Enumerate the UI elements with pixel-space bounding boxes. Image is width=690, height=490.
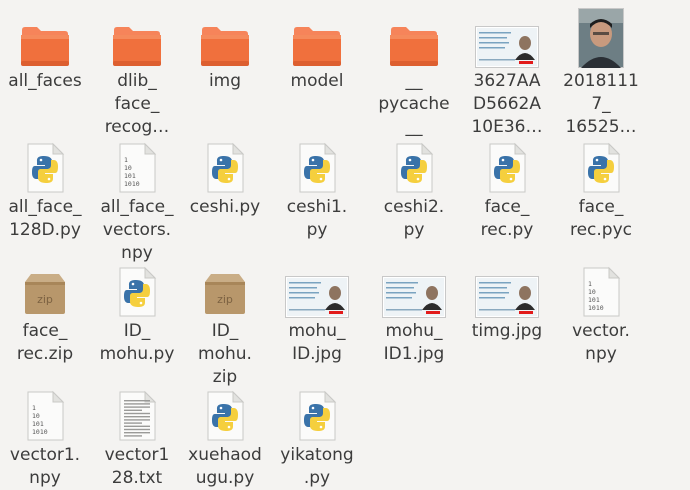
python-file-icon	[272, 386, 362, 442]
binary-file-icon: 1 10 101 1010	[556, 262, 646, 318]
svg-text:1010: 1010	[124, 180, 140, 188]
folder-icon	[0, 12, 90, 68]
file-item-label: vector1. npy	[9, 445, 81, 488]
svg-text:1010: 1010	[588, 304, 604, 312]
binary-file-icon: 1 10 101 1010	[0, 386, 90, 442]
zip-archive-icon: zip	[0, 262, 90, 318]
file-item[interactable]: timg.jpg	[462, 262, 552, 343]
file-item[interactable]: __ pycache __	[369, 12, 459, 139]
file-item[interactable]: 1 10 101 1010 vector. npy	[556, 262, 646, 366]
file-item-label: __ pycache __	[378, 71, 450, 137]
file-item-label: all_face_ vectors. npy	[100, 197, 174, 263]
python-file-icon	[462, 138, 552, 194]
svg-text:101: 101	[124, 172, 136, 180]
python-file-icon	[92, 262, 182, 318]
file-item-label: face_ rec.zip	[16, 321, 74, 364]
file-item-label: ceshi1. py	[286, 197, 348, 240]
svg-text:1: 1	[588, 280, 592, 288]
folder-icon	[92, 12, 182, 68]
file-item-label: mohu_ ID1.jpg	[383, 321, 445, 364]
svg-text:10: 10	[588, 288, 596, 296]
file-item[interactable]: 1 10 101 1010 vector1. npy	[0, 386, 90, 490]
svg-text:1: 1	[124, 156, 128, 164]
svg-text:1010: 1010	[32, 428, 48, 436]
id-card-thumbnail-icon	[369, 262, 459, 318]
python-file-icon	[180, 138, 270, 194]
file-item-label: face_ rec.py	[480, 197, 534, 240]
svg-text:zip: zip	[37, 293, 53, 306]
python-file-icon	[369, 138, 459, 194]
file-item-label: 2018111 7_ 16525…	[563, 71, 639, 137]
file-item-label: yikatong .py	[280, 445, 354, 488]
file-item-label: vector1 28.txt	[104, 445, 170, 488]
file-item-label: xuehaod ugu.py	[188, 445, 262, 488]
file-item[interactable]: dlib_ face_ recog…	[92, 12, 182, 139]
file-item-label: img	[208, 71, 242, 91]
file-item[interactable]: xuehaod ugu.py	[180, 386, 270, 490]
file-item-label: 3627AA D5662A 10E36…	[471, 71, 543, 137]
svg-text:1: 1	[32, 404, 36, 412]
text-file-icon	[92, 386, 182, 442]
file-item[interactable]: ceshi1. py	[272, 138, 362, 242]
file-item-label: ID_ mohu. zip	[198, 321, 252, 387]
file-item[interactable]: img	[180, 12, 270, 93]
file-item[interactable]: ID_ mohu.py	[92, 262, 182, 366]
id-card-thumbnail-icon	[462, 12, 552, 68]
folder-icon	[180, 12, 270, 68]
file-item[interactable]: ceshi.py	[180, 138, 270, 219]
file-item-label: mohu_ ID.jpg	[288, 321, 346, 364]
file-item[interactable]: mohu_ ID.jpg	[272, 262, 362, 366]
file-item[interactable]: face_ rec.py	[462, 138, 552, 242]
file-item-label: ceshi.py	[189, 197, 261, 217]
file-item-label: vector. npy	[572, 321, 630, 364]
file-item-label: timg.jpg	[471, 321, 543, 341]
file-item[interactable]: 3627AA D5662A 10E36…	[462, 12, 552, 139]
file-item[interactable]: all_face_ 128D.py	[0, 138, 90, 242]
binary-file-icon: 1 10 101 1010	[92, 138, 182, 194]
file-item[interactable]: zip ID_ mohu. zip	[180, 262, 270, 389]
file-item[interactable]: ceshi2. py	[369, 138, 459, 242]
folder-icon	[369, 12, 459, 68]
file-item-label: ceshi2. py	[383, 197, 445, 240]
id-card-thumbnail-icon	[462, 262, 552, 318]
file-item-label: dlib_ face_ recog…	[104, 71, 170, 137]
file-item[interactable]: 2018111 7_ 16525…	[556, 8, 646, 139]
id-card-thumbnail-icon	[272, 262, 362, 318]
file-item[interactable]: vector1 28.txt	[92, 386, 182, 490]
file-item-label: ID_ mohu.py	[99, 321, 175, 364]
face-photo-thumbnail-icon	[556, 8, 646, 68]
python-file-icon	[0, 138, 90, 194]
python-file-icon	[180, 386, 270, 442]
folder-icon	[272, 12, 362, 68]
file-item[interactable]: zip face_ rec.zip	[0, 262, 90, 366]
file-item-label: face_ rec.pyc	[569, 197, 633, 240]
zip-archive-icon: zip	[180, 262, 270, 318]
python-file-icon	[556, 138, 646, 194]
svg-text:10: 10	[32, 412, 40, 420]
file-item-label: all_faces	[8, 71, 82, 91]
file-item[interactable]: mohu_ ID1.jpg	[369, 262, 459, 366]
file-item-label: all_face_ 128D.py	[8, 197, 82, 240]
file-item-label: model	[290, 71, 344, 91]
svg-text:zip: zip	[217, 293, 233, 306]
svg-text:101: 101	[588, 296, 600, 304]
python-file-icon	[272, 138, 362, 194]
svg-text:101: 101	[32, 420, 44, 428]
file-item[interactable]: yikatong .py	[272, 386, 362, 490]
file-item[interactable]: model	[272, 12, 362, 93]
file-item[interactable]: all_faces	[0, 12, 90, 93]
file-item[interactable]: 1 10 101 1010 all_face_ vectors. npy	[92, 138, 182, 265]
svg-text:10: 10	[124, 164, 132, 172]
file-icon-grid: all_faces dlib_ face_ recog… img model _…	[0, 0, 690, 489]
file-item[interactable]: face_ rec.pyc	[556, 138, 646, 242]
